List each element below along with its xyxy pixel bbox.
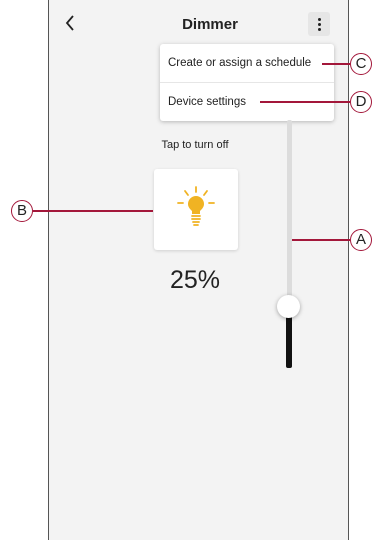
kebab-dot xyxy=(317,27,321,31)
brightness-value: 25% xyxy=(169,266,221,294)
callout-line-d xyxy=(260,101,350,103)
kebab-dot xyxy=(317,22,321,26)
callout-d: D xyxy=(350,91,372,113)
light-toggle-button[interactable] xyxy=(154,169,238,250)
callout-line-a xyxy=(292,239,350,241)
callout-c: C xyxy=(350,53,372,75)
chevron-left-icon xyxy=(65,15,74,31)
callout-a: A xyxy=(350,229,372,251)
kebab-dot xyxy=(317,17,321,21)
page-title: Dimmer xyxy=(182,16,238,33)
more-options-button[interactable] xyxy=(308,12,330,36)
callout-b: B xyxy=(11,200,33,222)
callout-line-b xyxy=(33,210,153,212)
tap-hint: Tap to turn off xyxy=(161,139,229,151)
back-button[interactable] xyxy=(64,14,78,34)
options-menu: Create or assign a schedule Device setti… xyxy=(160,44,334,121)
callout-line-c xyxy=(322,63,350,65)
menu-item-schedule[interactable]: Create or assign a schedule xyxy=(160,44,334,82)
lightbulb-icon xyxy=(177,186,215,226)
brightness-slider-thumb[interactable] xyxy=(277,294,300,318)
